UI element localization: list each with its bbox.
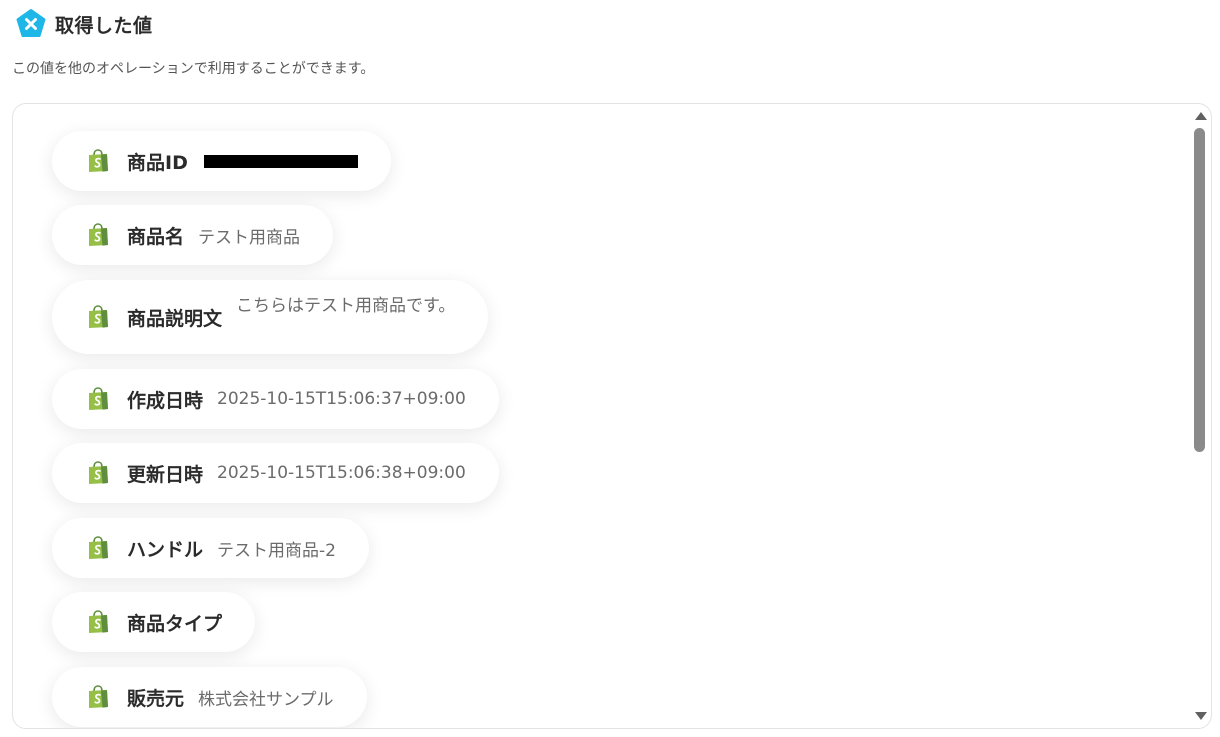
shopify-bag-icon [89,536,108,559]
shopify-bag-icon [89,461,108,484]
shopify-bag-icon [89,685,108,708]
section-header: 取得した値 [16,9,153,39]
value-text: 2025-10-15T15:06:37+09:00 [217,389,466,409]
vertical-scrollbar[interactable] [1191,104,1211,728]
value-chip-product-name[interactable]: 商品名 テスト用商品 [52,205,334,265]
shopify-bag-icon [89,223,108,246]
section-title: 取得した値 [55,14,153,37]
values-panel: 商品ID 商品名 テスト用商品 商品説明文 こちらはテスト用商品です。 作成日時… [12,103,1212,729]
redacted-value [203,154,358,168]
value-label: 作成日時 [127,389,204,412]
value-label: 商品タイプ [127,612,223,635]
section-description: この値を他のオペレーションで利用することができます。 [12,61,375,77]
value-label: 販売元 [127,687,185,710]
value-chip-created-at[interactable]: 作成日時 2025-10-15T15:06:37+09:00 [52,369,499,429]
shopify-bag-icon [89,149,108,172]
value-chip-vendor[interactable]: 販売元 株式会社サンプル [52,667,367,727]
scroll-up-arrow-icon[interactable] [1195,112,1207,120]
shopify-bag-icon [89,387,108,410]
value-label: ハンドル [127,538,204,561]
value-text: テスト用商品 [198,227,301,248]
value-chip-product-id[interactable]: 商品ID [52,131,391,191]
value-chip-updated-at[interactable]: 更新日時 2025-10-15T15:06:38+09:00 [52,443,499,503]
yoom-logo-icon [16,9,46,37]
scroll-down-arrow-icon[interactable] [1195,712,1207,720]
value-label: 商品説明文 [127,307,223,330]
shopify-bag-icon [89,305,108,328]
value-label: 更新日時 [127,463,204,486]
value-chip-handle[interactable]: ハンドル テスト用商品-2 [52,518,369,578]
value-chip-product-type[interactable]: 商品タイプ [52,592,256,652]
scroll-thumb[interactable] [1194,128,1205,452]
value-text: こちらはテスト用商品です。 [236,295,456,316]
value-text: 株式会社サンプル [198,689,334,710]
value-label: 商品ID [127,151,188,174]
value-text: 2025-10-15T15:06:38+09:00 [217,463,466,483]
shopify-bag-icon [89,610,108,633]
value-chip-product-description[interactable]: 商品説明文 こちらはテスト用商品です。 [52,280,489,354]
value-text: テスト用商品-2 [217,540,336,561]
value-label: 商品名 [127,225,185,248]
